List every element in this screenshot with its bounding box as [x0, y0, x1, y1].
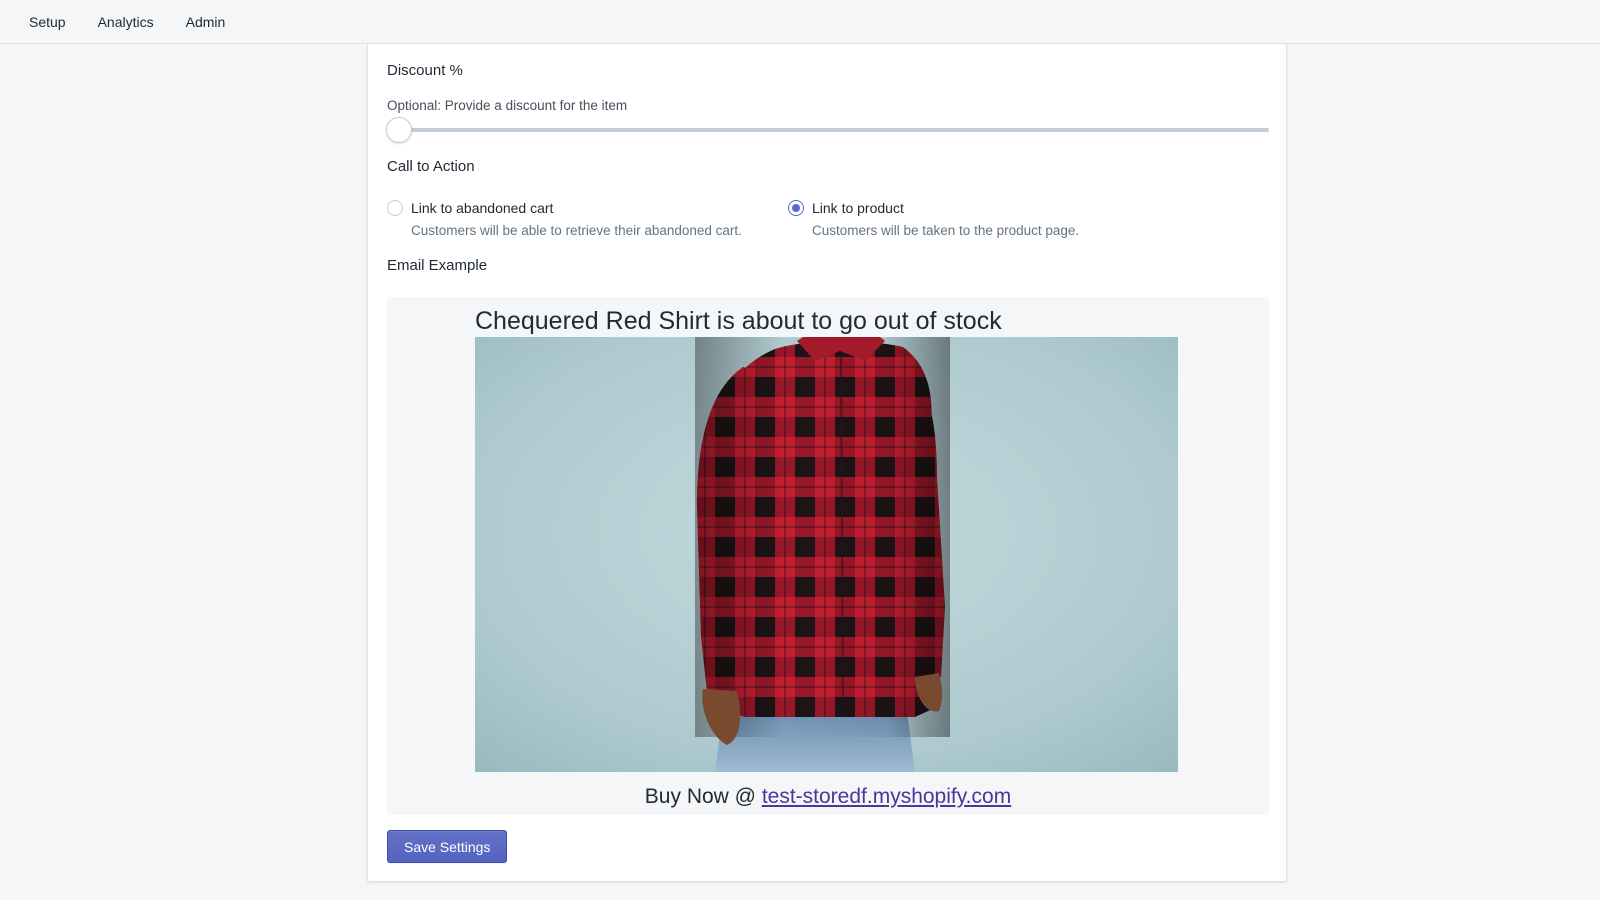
radio-label-product: Link to product [812, 200, 904, 216]
settings-card: Discount % Optional: Provide a discount … [367, 44, 1287, 882]
radio-abandoned-cart[interactable] [387, 200, 403, 216]
buy-now-line: Buy Now @ test-storedf.myshopify.com [387, 785, 1269, 809]
discount-help-text: Optional: Provide a discount for the ite… [387, 98, 628, 113]
nav-setup[interactable]: Setup [29, 14, 66, 30]
cta-title: Call to Action [387, 158, 475, 175]
email-headline: Chequered Red Shirt is about to go out o… [475, 307, 1002, 335]
save-settings-button[interactable]: Save Settings [387, 830, 508, 863]
nav-admin[interactable]: Admin [186, 14, 226, 30]
radio-desc-abandoned-cart: Customers will be able to retrieve their… [411, 223, 742, 238]
product-image [475, 337, 1178, 772]
store-link[interactable]: test-storedf.myshopify.com [762, 785, 1011, 808]
radio-label-abandoned-cart: Link to abandoned cart [411, 200, 554, 216]
buy-now-prefix: Buy Now @ [644, 785, 762, 808]
top-navigation: Setup Analytics Admin [0, 0, 1600, 44]
email-preview: Chequered Red Shirt is about to go out o… [387, 297, 1269, 815]
cta-option-product[interactable]: Link to product Customers will be taken … [788, 200, 1189, 238]
radio-product[interactable] [788, 200, 804, 216]
discount-slider-thumb[interactable] [386, 117, 412, 143]
nav-analytics[interactable]: Analytics [98, 14, 154, 30]
discount-slider[interactable] [386, 117, 1269, 143]
cta-radio-group: Link to abandoned cart Customers will be… [387, 200, 1189, 238]
email-example-title: Email Example [387, 257, 488, 274]
radio-desc-product: Customers will be taken to the product p… [812, 223, 1080, 238]
cta-option-abandoned-cart[interactable]: Link to abandoned cart Customers will be… [387, 200, 788, 238]
discount-title: Discount % [387, 62, 463, 79]
